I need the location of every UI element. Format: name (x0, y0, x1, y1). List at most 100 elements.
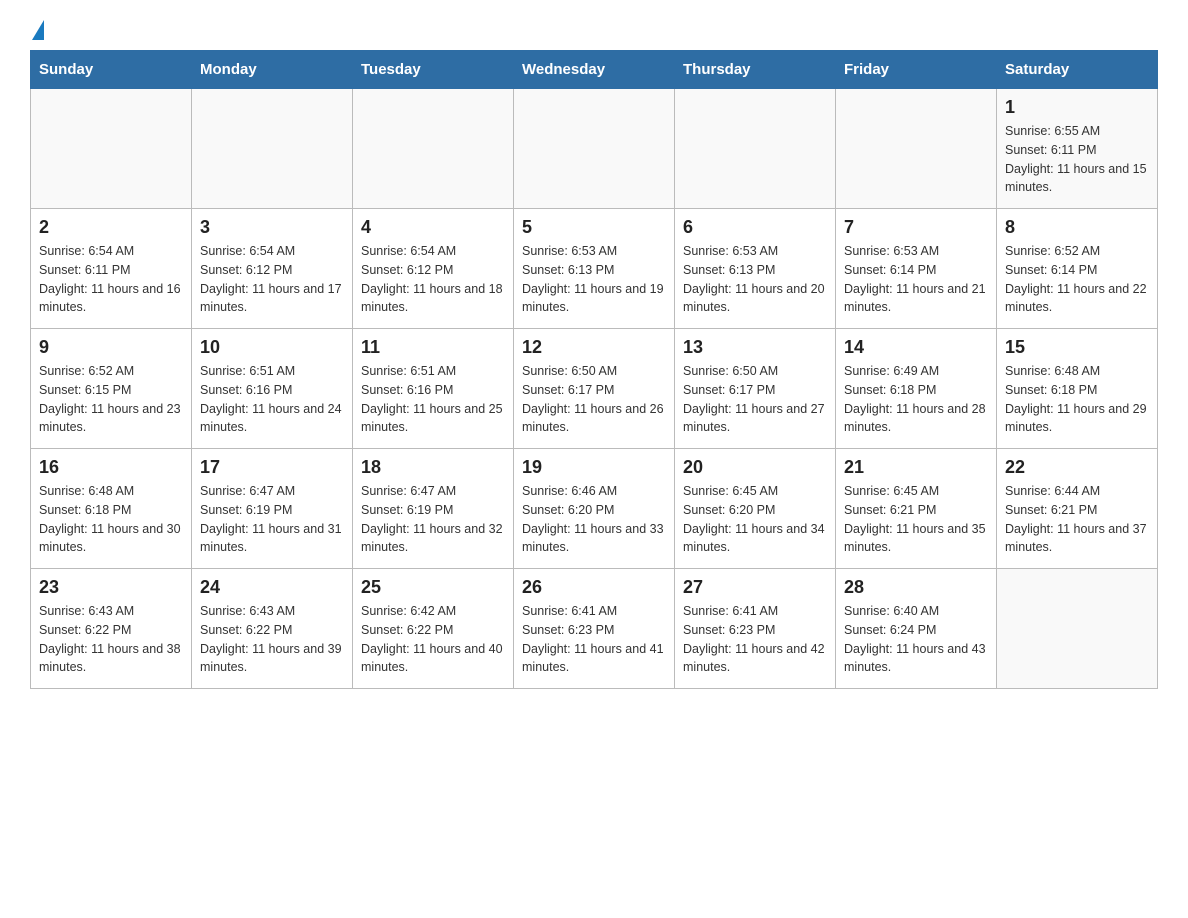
day-info: Sunrise: 6:54 AM Sunset: 6:11 PM Dayligh… (39, 242, 183, 317)
day-info: Sunrise: 6:44 AM Sunset: 6:21 PM Dayligh… (1005, 482, 1149, 557)
calendar-day-cell: 15 Sunrise: 6:48 AM Sunset: 6:18 PM Dayli… (997, 329, 1158, 449)
day-info: Sunrise: 6:53 AM Sunset: 6:13 PM Dayligh… (522, 242, 666, 317)
day-number: 11 (361, 337, 505, 358)
day-info: Sunrise: 6:47 AM Sunset: 6:19 PM Dayligh… (200, 482, 344, 557)
day-info: Sunrise: 6:48 AM Sunset: 6:18 PM Dayligh… (39, 482, 183, 557)
calendar-day-cell: 13 Sunrise: 6:50 AM Sunset: 6:17 PM Dayli… (675, 329, 836, 449)
calendar-day-cell: 27 Sunrise: 6:41 AM Sunset: 6:23 PM Dayli… (675, 569, 836, 689)
day-number: 14 (844, 337, 988, 358)
day-number: 26 (522, 577, 666, 598)
day-number: 24 (200, 577, 344, 598)
day-info: Sunrise: 6:46 AM Sunset: 6:20 PM Dayligh… (522, 482, 666, 557)
day-number: 1 (1005, 97, 1149, 118)
day-info: Sunrise: 6:41 AM Sunset: 6:23 PM Dayligh… (683, 602, 827, 677)
calendar-week-row: 16 Sunrise: 6:48 AM Sunset: 6:18 PM Dayli… (31, 449, 1158, 569)
calendar-day-cell: 28 Sunrise: 6:40 AM Sunset: 6:24 PM Dayli… (836, 569, 997, 689)
calendar-week-row: 1 Sunrise: 6:55 AM Sunset: 6:11 PM Daylig… (31, 89, 1158, 209)
day-number: 15 (1005, 337, 1149, 358)
calendar-day-cell: 6 Sunrise: 6:53 AM Sunset: 6:13 PM Daylig… (675, 209, 836, 329)
logo (30, 20, 44, 40)
calendar-week-row: 23 Sunrise: 6:43 AM Sunset: 6:22 PM Dayli… (31, 569, 1158, 689)
day-number: 4 (361, 217, 505, 238)
day-number: 20 (683, 457, 827, 478)
calendar-day-cell (192, 89, 353, 209)
day-number: 7 (844, 217, 988, 238)
day-number: 2 (39, 217, 183, 238)
day-info: Sunrise: 6:51 AM Sunset: 6:16 PM Dayligh… (200, 362, 344, 437)
calendar-day-cell (836, 89, 997, 209)
calendar-day-cell: 12 Sunrise: 6:50 AM Sunset: 6:17 PM Dayli… (514, 329, 675, 449)
day-number: 23 (39, 577, 183, 598)
day-info: Sunrise: 6:48 AM Sunset: 6:18 PM Dayligh… (1005, 362, 1149, 437)
day-info: Sunrise: 6:53 AM Sunset: 6:14 PM Dayligh… (844, 242, 988, 317)
day-info: Sunrise: 6:43 AM Sunset: 6:22 PM Dayligh… (200, 602, 344, 677)
day-info: Sunrise: 6:52 AM Sunset: 6:15 PM Dayligh… (39, 362, 183, 437)
calendar-day-cell: 5Sunrise: 6:53 AM Sunset: 6:13 PM Daylig… (514, 209, 675, 329)
calendar-day-cell: 18 Sunrise: 6:47 AM Sunset: 6:19 PM Dayli… (353, 449, 514, 569)
calendar-table: SundayMondayTuesdayWednesdayThursdayFrid… (30, 50, 1158, 689)
weekday-header-tuesday: Tuesday (353, 51, 514, 89)
day-number: 9 (39, 337, 183, 358)
day-info: Sunrise: 6:40 AM Sunset: 6:24 PM Dayligh… (844, 602, 988, 677)
calendar-day-cell: 20 Sunrise: 6:45 AM Sunset: 6:20 PM Dayli… (675, 449, 836, 569)
calendar-day-cell: 9 Sunrise: 6:52 AM Sunset: 6:15 PM Daylig… (31, 329, 192, 449)
day-number: 28 (844, 577, 988, 598)
day-number: 22 (1005, 457, 1149, 478)
calendar-day-cell: 26 Sunrise: 6:41 AM Sunset: 6:23 PM Dayli… (514, 569, 675, 689)
day-number: 8 (1005, 217, 1149, 238)
weekday-header-thursday: Thursday (675, 51, 836, 89)
day-number: 18 (361, 457, 505, 478)
day-number: 12 (522, 337, 666, 358)
calendar-day-cell (997, 569, 1158, 689)
calendar-day-cell: 17 Sunrise: 6:47 AM Sunset: 6:19 PM Dayli… (192, 449, 353, 569)
day-info: Sunrise: 6:55 AM Sunset: 6:11 PM Dayligh… (1005, 122, 1149, 197)
calendar-day-cell: 1 Sunrise: 6:55 AM Sunset: 6:11 PM Daylig… (997, 89, 1158, 209)
weekday-header-sunday: Sunday (31, 51, 192, 89)
day-info: Sunrise: 6:42 AM Sunset: 6:22 PM Dayligh… (361, 602, 505, 677)
calendar-header-row: SundayMondayTuesdayWednesdayThursdayFrid… (31, 51, 1158, 89)
calendar-day-cell: 19 Sunrise: 6:46 AM Sunset: 6:20 PM Dayli… (514, 449, 675, 569)
day-info: Sunrise: 6:54 AM Sunset: 6:12 PM Dayligh… (361, 242, 505, 317)
day-number: 27 (683, 577, 827, 598)
day-number: 6 (683, 217, 827, 238)
day-info: Sunrise: 6:47 AM Sunset: 6:19 PM Dayligh… (361, 482, 505, 557)
calendar-day-cell: 7 Sunrise: 6:53 AM Sunset: 6:14 PM Daylig… (836, 209, 997, 329)
calendar-day-cell: 25 Sunrise: 6:42 AM Sunset: 6:22 PM Dayli… (353, 569, 514, 689)
calendar-day-cell: 2 Sunrise: 6:54 AM Sunset: 6:11 PM Daylig… (31, 209, 192, 329)
calendar-day-cell: 4 Sunrise: 6:54 AM Sunset: 6:12 PM Daylig… (353, 209, 514, 329)
day-number: 16 (39, 457, 183, 478)
day-info: Sunrise: 6:54 AM Sunset: 6:12 PM Dayligh… (200, 242, 344, 317)
day-number: 25 (361, 577, 505, 598)
day-number: 21 (844, 457, 988, 478)
calendar-day-cell (353, 89, 514, 209)
day-number: 13 (683, 337, 827, 358)
day-info: Sunrise: 6:51 AM Sunset: 6:16 PM Dayligh… (361, 362, 505, 437)
calendar-day-cell (675, 89, 836, 209)
calendar-day-cell (514, 89, 675, 209)
calendar-day-cell: 23 Sunrise: 6:43 AM Sunset: 6:22 PM Dayli… (31, 569, 192, 689)
weekday-header-wednesday: Wednesday (514, 51, 675, 89)
calendar-week-row: 2 Sunrise: 6:54 AM Sunset: 6:11 PM Daylig… (31, 209, 1158, 329)
calendar-day-cell: 3Sunrise: 6:54 AM Sunset: 6:12 PM Daylig… (192, 209, 353, 329)
day-info: Sunrise: 6:50 AM Sunset: 6:17 PM Dayligh… (522, 362, 666, 437)
day-number: 19 (522, 457, 666, 478)
day-info: Sunrise: 6:41 AM Sunset: 6:23 PM Dayligh… (522, 602, 666, 677)
page-header (30, 20, 1158, 40)
calendar-day-cell: 10 Sunrise: 6:51 AM Sunset: 6:16 PM Dayli… (192, 329, 353, 449)
day-number: 10 (200, 337, 344, 358)
day-info: Sunrise: 6:43 AM Sunset: 6:22 PM Dayligh… (39, 602, 183, 677)
day-info: Sunrise: 6:45 AM Sunset: 6:21 PM Dayligh… (844, 482, 988, 557)
day-number: 17 (200, 457, 344, 478)
day-info: Sunrise: 6:50 AM Sunset: 6:17 PM Dayligh… (683, 362, 827, 437)
weekday-header-friday: Friday (836, 51, 997, 89)
calendar-day-cell: 14Sunrise: 6:49 AM Sunset: 6:18 PM Dayli… (836, 329, 997, 449)
weekday-header-monday: Monday (192, 51, 353, 89)
calendar-day-cell: 11 Sunrise: 6:51 AM Sunset: 6:16 PM Dayli… (353, 329, 514, 449)
day-info: Sunrise: 6:53 AM Sunset: 6:13 PM Dayligh… (683, 242, 827, 317)
day-info: Sunrise: 6:52 AM Sunset: 6:14 PM Dayligh… (1005, 242, 1149, 317)
calendar-week-row: 9 Sunrise: 6:52 AM Sunset: 6:15 PM Daylig… (31, 329, 1158, 449)
weekday-header-saturday: Saturday (997, 51, 1158, 89)
day-info: Sunrise: 6:45 AM Sunset: 6:20 PM Dayligh… (683, 482, 827, 557)
logo-triangle-icon (32, 20, 44, 40)
calendar-day-cell: 24 Sunrise: 6:43 AM Sunset: 6:22 PM Dayli… (192, 569, 353, 689)
